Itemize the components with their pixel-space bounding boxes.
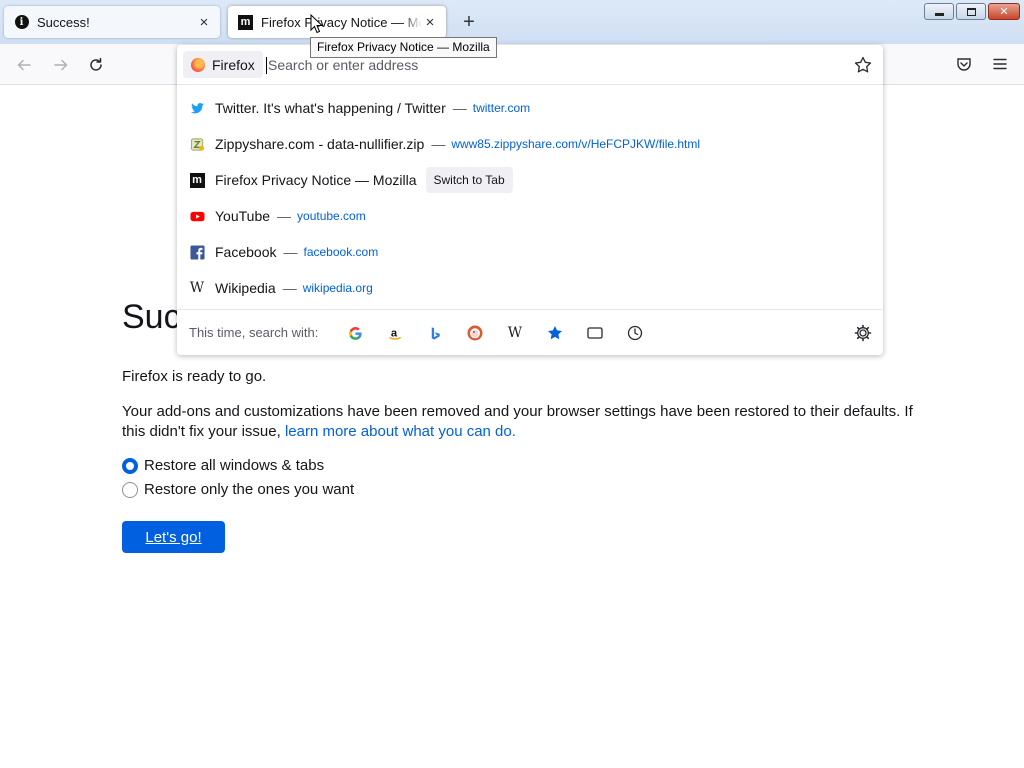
learn-more-link[interactable]: learn more about what you can do.	[285, 423, 516, 440]
history-icon[interactable]	[625, 323, 645, 343]
wikipedia-icon[interactable]: W	[505, 323, 525, 343]
close-tab-icon[interactable]: ×	[422, 14, 438, 31]
result-title: Facebook	[215, 244, 277, 260]
result-url: facebook.com	[303, 245, 379, 259]
tab-tooltip: Firefox Privacy Notice — Mozilla	[310, 37, 497, 58]
close-window-button[interactable]: ✕	[988, 3, 1020, 20]
results-list: Twitter. It's what's happening / Twitter…	[177, 90, 883, 306]
one-off-search-bar: This time, search with: a W	[177, 309, 883, 355]
result-title: Firefox Privacy Notice — Mozilla	[215, 172, 417, 188]
result-separator: —	[283, 244, 298, 260]
mozilla-m-icon: m	[238, 14, 253, 30]
back-arrow-icon	[17, 59, 31, 71]
title-bar: i Success! × m Firefox Privacy Notice — …	[0, 0, 1024, 44]
result-separator: —	[452, 100, 467, 116]
new-tab-button[interactable]: +	[458, 12, 480, 34]
result-title: YouTube	[215, 208, 271, 224]
search-mode-identity[interactable]: Firefox	[183, 51, 263, 78]
mozilla-m-icon: m	[189, 172, 205, 188]
mouse-cursor-icon	[310, 14, 324, 34]
tab-title: Success!	[37, 14, 90, 30]
google-icon[interactable]	[345, 323, 365, 343]
facebook-icon	[189, 244, 205, 260]
result-title: Zippyshare.com - data-nullifier.zip	[215, 136, 425, 152]
result-row-wikipedia[interactable]: W Wikipedia — wikipedia.org	[177, 270, 883, 306]
close-icon: ✕	[999, 6, 1009, 18]
text-caret	[266, 57, 267, 74]
urlbar-dropdown: Firefox Twitter. It's what's happening /…	[177, 45, 883, 355]
identity-label: Firefox	[212, 56, 255, 73]
pocket-icon	[957, 58, 971, 71]
result-title: Wikipedia	[215, 280, 276, 296]
restore-all-option[interactable]: Restore all windows & tabs	[122, 457, 324, 474]
duckduckgo-icon[interactable]	[465, 323, 485, 343]
radio-selected[interactable]	[122, 457, 138, 474]
result-row-privacy-notice[interactable]: m Firefox Privacy Notice — Mozilla Switc…	[177, 162, 883, 198]
twitter-icon	[189, 100, 205, 116]
pocket-button[interactable]	[954, 54, 974, 74]
reset-description: Your add-ons and customizations have bee…	[122, 402, 922, 442]
wikipedia-icon: W	[189, 280, 205, 296]
bookmark-star-icon[interactable]	[853, 55, 873, 75]
result-separator: —	[431, 136, 446, 152]
minimize-button[interactable]	[924, 3, 954, 20]
result-separator: —	[277, 208, 292, 224]
ready-text: Firefox is ready to go.	[122, 368, 267, 385]
result-url: wikipedia.org	[302, 281, 373, 295]
reload-button[interactable]	[85, 54, 107, 76]
maximize-button[interactable]	[956, 3, 986, 20]
result-title: Twitter. It's what's happening / Twitter	[215, 100, 446, 116]
result-url: youtube.com	[297, 209, 366, 223]
body-text: Your add-ons and customizations have bee…	[122, 403, 913, 440]
search-settings-gear-icon[interactable]	[853, 323, 873, 343]
result-separator: —	[282, 280, 297, 296]
tab-success[interactable]: i Success! ×	[4, 6, 220, 38]
result-row-youtube[interactable]: YouTube — youtube.com	[177, 198, 883, 234]
svg-text:a: a	[390, 327, 397, 339]
window-controls: ✕	[924, 3, 1020, 20]
hamburger-icon	[993, 58, 1007, 70]
youtube-icon	[189, 208, 205, 224]
back-button[interactable]	[13, 54, 35, 76]
firefox-logo-icon	[191, 57, 205, 72]
one-off-label: This time, search with:	[189, 325, 319, 340]
close-tab-icon[interactable]: ×	[196, 14, 212, 31]
restore-all-label: Restore all windows & tabs	[144, 457, 325, 474]
lets-go-button[interactable]: Let's go!	[122, 521, 225, 553]
zippyshare-icon	[189, 136, 205, 152]
urlbar: Firefox	[177, 45, 883, 85]
result-url: www85.zippyshare.com/v/HeFCPJKW/file.htm…	[451, 137, 701, 151]
forward-arrow-icon	[54, 59, 68, 71]
radio-unselected[interactable]	[122, 481, 138, 498]
menu-button[interactable]	[990, 54, 1010, 74]
forward-button[interactable]	[50, 54, 72, 76]
result-row-zippyshare[interactable]: Zippyshare.com - data-nullifier.zip — ww…	[177, 126, 883, 162]
switch-to-tab-button[interactable]: Switch to Tab	[425, 167, 513, 193]
result-row-facebook[interactable]: Facebook — facebook.com	[177, 234, 883, 270]
maximize-icon	[966, 7, 976, 16]
amazon-icon[interactable]: a	[385, 323, 405, 343]
info-icon: i	[14, 15, 29, 30]
restore-some-label: Restore only the ones you want	[144, 481, 355, 498]
minimize-icon	[934, 13, 944, 16]
tabs-icon[interactable]	[585, 323, 605, 343]
tab-title: Firefox Privacy Notice — Mozilla	[261, 14, 422, 30]
bookmarks-icon[interactable]	[545, 323, 565, 343]
bing-icon[interactable]	[425, 323, 445, 343]
reload-icon	[90, 57, 102, 71]
restore-some-option[interactable]: Restore only the ones you want	[122, 481, 354, 498]
tab-privacy-notice[interactable]: m Firefox Privacy Notice — Mozilla ×	[228, 6, 446, 38]
result-row-twitter[interactable]: Twitter. It's what's happening / Twitter…	[177, 90, 883, 126]
result-url: twitter.com	[472, 101, 531, 115]
